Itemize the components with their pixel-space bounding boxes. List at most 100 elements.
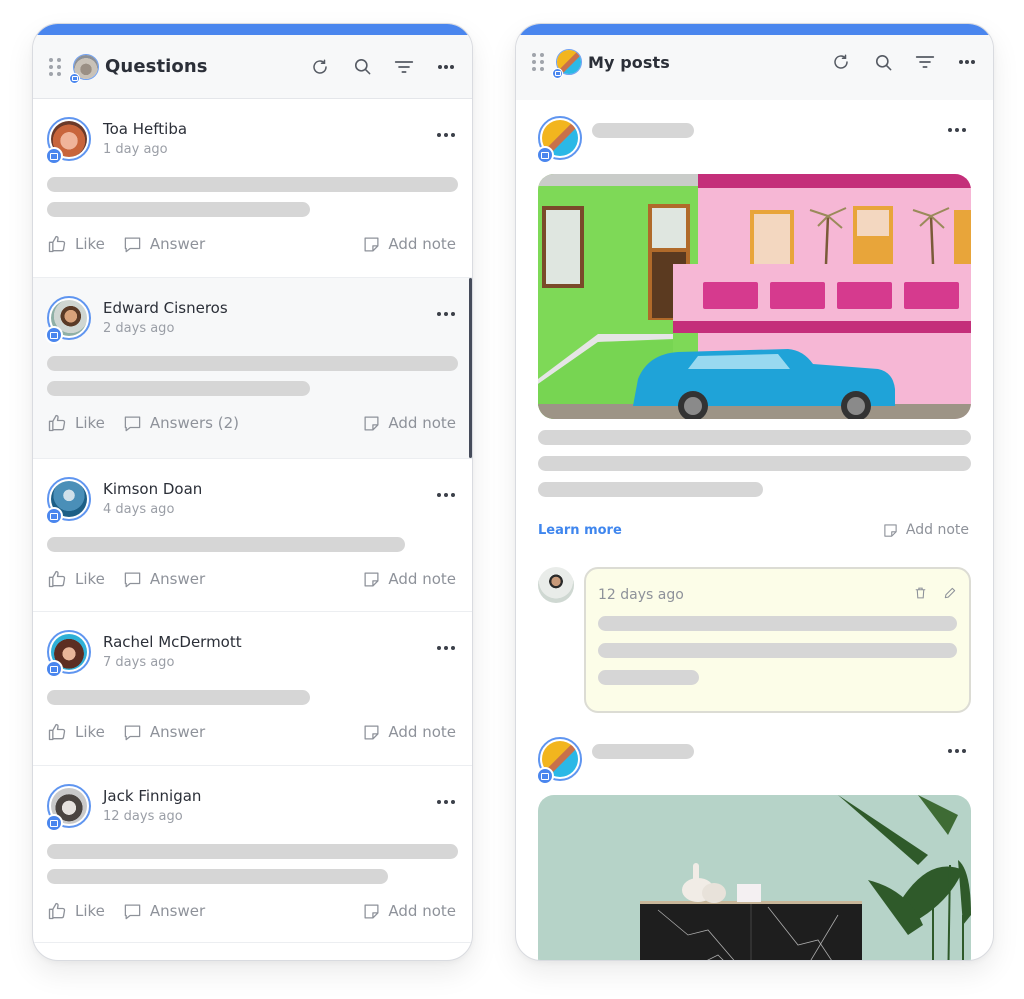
skeleton-line xyxy=(47,177,458,192)
post-image[interactable] xyxy=(538,795,971,960)
note-icon xyxy=(364,236,379,252)
question-item[interactable]: Kimson Doan 4 days ago Like Answer Add n… xyxy=(33,459,472,612)
avatar[interactable] xyxy=(45,296,91,344)
skeleton-line xyxy=(598,670,699,685)
avatar[interactable] xyxy=(45,477,91,525)
skeleton-line xyxy=(47,202,311,217)
more-options-button[interactable] xyxy=(434,304,458,324)
answer-button[interactable]: Answer xyxy=(123,723,205,742)
avatar[interactable] xyxy=(45,630,91,678)
skeleton-author xyxy=(592,122,694,138)
more-options-button[interactable] xyxy=(434,485,458,505)
add-note-button[interactable]: Add note xyxy=(363,570,456,588)
like-button[interactable]: Like xyxy=(47,413,105,433)
skeleton-line xyxy=(47,690,311,705)
badge-icon xyxy=(45,814,63,832)
post-image[interactable] xyxy=(538,174,971,419)
more-options-button[interactable] xyxy=(434,792,458,812)
drag-handle-icon[interactable] xyxy=(532,53,544,71)
badge-icon xyxy=(69,72,80,84)
badge-icon xyxy=(45,507,63,525)
skeleton-line xyxy=(47,537,405,552)
avatar[interactable] xyxy=(536,737,582,785)
refresh-icon[interactable] xyxy=(831,52,851,72)
add-note-button[interactable]: Add note xyxy=(363,723,456,741)
more-options-button[interactable] xyxy=(434,125,458,145)
badge-icon xyxy=(536,146,554,164)
badge-icon xyxy=(552,68,563,79)
timestamp: 12 days ago xyxy=(103,809,183,824)
timestamp: 1 day ago xyxy=(103,142,168,157)
badge-icon xyxy=(536,767,554,785)
more-icon[interactable] xyxy=(957,52,977,72)
timestamp: 2 days ago xyxy=(103,321,175,336)
question-item[interactable]: Toa Heftiba 1 day ago Like Answer Add no… xyxy=(33,99,472,278)
answer-button[interactable]: Answer xyxy=(123,902,205,921)
more-options-button[interactable] xyxy=(945,741,969,761)
panel-accent-bar xyxy=(516,24,993,35)
more-icon[interactable] xyxy=(436,57,456,77)
author-name[interactable]: Toa Heftiba xyxy=(103,119,434,139)
thumbs-up-icon xyxy=(48,902,66,920)
add-note-button[interactable]: Add note xyxy=(883,522,969,538)
drag-handle-icon[interactable] xyxy=(49,57,61,76)
post-card: Learn more Add note xyxy=(516,100,993,545)
comment-icon xyxy=(124,904,141,919)
add-note-button[interactable]: Add note xyxy=(363,902,456,920)
author-name[interactable]: Edward Cisneros xyxy=(103,298,434,318)
pencil-icon[interactable] xyxy=(943,585,957,604)
note-timestamp: 12 days ago xyxy=(598,586,684,603)
author-name[interactable]: Kimson Doan xyxy=(103,479,434,499)
answer-button[interactable]: Answer xyxy=(123,235,205,254)
answer-button[interactable]: Answer xyxy=(123,570,205,589)
add-note-button[interactable]: Add note xyxy=(363,235,456,253)
more-options-button[interactable] xyxy=(434,638,458,658)
question-item[interactable]: Jack Finnigan 12 days ago Like Answer Ad… xyxy=(33,766,472,943)
question-item[interactable]: Rachel McDermott 7 days ago Like Answer … xyxy=(33,612,472,766)
avatar[interactable] xyxy=(45,784,91,832)
search-icon[interactable] xyxy=(352,57,372,77)
panel-title: My posts xyxy=(588,52,670,72)
search-icon[interactable] xyxy=(873,52,893,72)
like-button[interactable]: Like xyxy=(47,569,105,589)
add-note-button[interactable]: Add note xyxy=(363,414,456,432)
timestamp: 4 days ago xyxy=(103,502,175,517)
note-author-avatar[interactable] xyxy=(538,567,574,603)
panel-avatar xyxy=(69,53,99,84)
note-icon xyxy=(884,523,897,537)
learn-more-link[interactable]: Learn more xyxy=(538,523,622,538)
like-button[interactable]: Like xyxy=(47,722,105,742)
author-name[interactable]: Jack Finnigan xyxy=(103,786,434,806)
questions-panel: Questions Toa Heftiba 1 day ago Like Ans… xyxy=(32,23,473,961)
more-options-button[interactable] xyxy=(945,120,969,140)
skeleton-line xyxy=(538,456,971,471)
skeleton-line xyxy=(538,430,971,445)
trash-icon[interactable] xyxy=(914,585,927,604)
filter-icon[interactable] xyxy=(915,52,935,72)
author-name[interactable]: Rachel McDermott xyxy=(103,632,434,652)
timestamp: 7 days ago xyxy=(103,655,175,670)
skeleton-line xyxy=(598,616,957,631)
skeleton-line xyxy=(47,356,458,371)
thumbs-up-icon xyxy=(48,723,66,741)
like-button[interactable]: Like xyxy=(47,901,105,921)
like-button[interactable]: Like xyxy=(47,234,105,254)
my-posts-panel: My posts Learn more Add note 12 days ago xyxy=(515,23,994,961)
note-icon xyxy=(364,903,379,919)
note-card: 12 days ago xyxy=(584,567,971,713)
thumbs-up-icon xyxy=(48,235,66,253)
answers-button[interactable]: Answers (2) xyxy=(123,414,239,433)
avatar[interactable] xyxy=(536,116,582,164)
avatar[interactable] xyxy=(45,117,91,165)
scrollbar[interactable] xyxy=(469,278,472,458)
question-item[interactable]: Edward Cisneros 2 days ago Like Answers … xyxy=(33,278,472,459)
skeleton-author xyxy=(592,743,694,759)
note-icon xyxy=(364,571,379,587)
note-row: 12 days ago xyxy=(516,567,993,713)
questions-header: Questions xyxy=(33,35,472,99)
refresh-icon[interactable] xyxy=(310,57,330,77)
thumbs-up-icon xyxy=(48,414,66,432)
comment-icon xyxy=(124,572,141,587)
filter-icon[interactable] xyxy=(394,57,414,77)
thumbs-up-icon xyxy=(48,570,66,588)
